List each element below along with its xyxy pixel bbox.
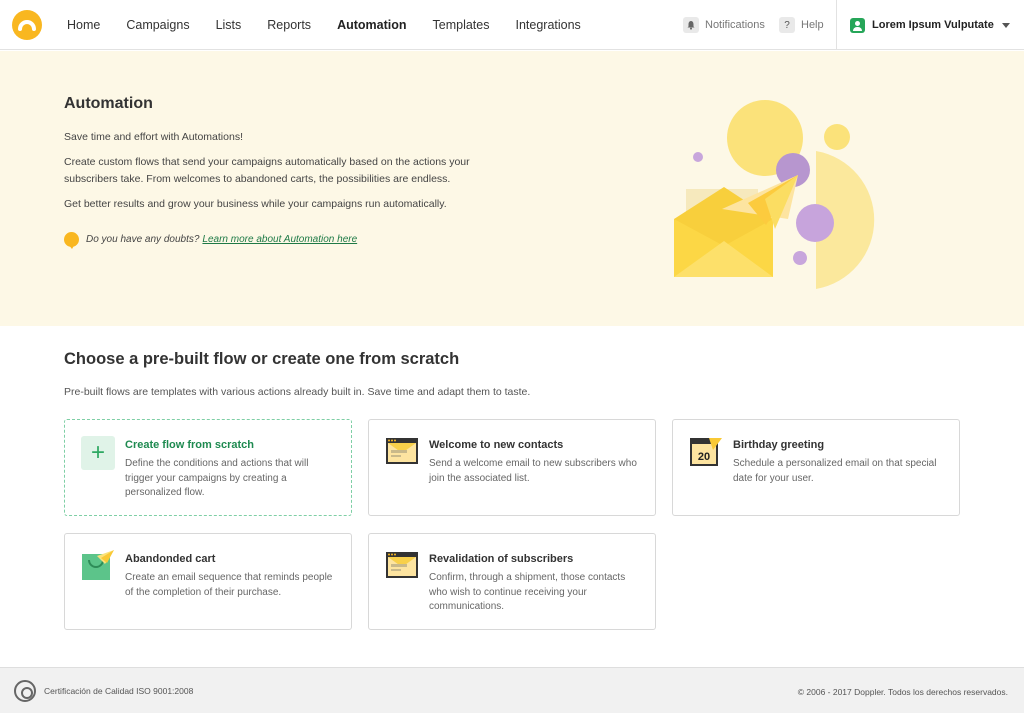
main-nav: Home Campaigns Lists Reports Automation … (54, 0, 594, 50)
doubt-text: Do you have any doubts? (86, 234, 200, 245)
bell-icon (683, 17, 699, 33)
hero-paragraph-3: Get better results and grow your busines… (64, 198, 447, 210)
cert-text: Certificación de Calidad ISO 9001:2008 (44, 686, 194, 696)
calendar-icon: 20 (689, 436, 723, 470)
card-title: Abandonded cart (125, 553, 216, 565)
card-welcome-new-contacts[interactable]: Welcome to new contacts Send a welcome e… (368, 419, 656, 516)
card-description: Confirm, through a shipment, those conta… (429, 572, 626, 612)
card-title: Revalidation of subscribers (429, 553, 574, 565)
nav-reports[interactable]: Reports (254, 18, 324, 32)
automation-hero: Automation Save time and effort with Aut… (0, 51, 1024, 326)
chat-bubble-icon (64, 232, 79, 249)
user-name: Lorem Ipsum Vulputate (872, 19, 994, 31)
question-icon: ? (779, 17, 795, 33)
calendar-day: 20 (698, 451, 710, 463)
card-description: Define the conditions and actions that w… (125, 458, 309, 498)
user-menu[interactable]: Lorem Ipsum Vulputate (836, 0, 1024, 50)
card-description: Create an email sequence that reminds pe… (125, 572, 333, 598)
shopping-bag-icon (81, 550, 115, 584)
chevron-down-icon (1001, 22, 1010, 28)
card-birthday-greeting[interactable]: 20 Birthday greeting Schedule a personal… (672, 419, 960, 516)
card-title: Create flow from scratch (125, 439, 254, 451)
card-title: Welcome to new contacts (429, 439, 564, 451)
revalidation-email-icon (385, 550, 419, 584)
automation-illustration (674, 100, 875, 289)
card-description: Schedule a personalized email on that sp… (733, 458, 937, 484)
page-title: Automation (64, 95, 153, 112)
section-subtitle: Pre-built flows are templates with vario… (64, 386, 531, 398)
nav-integrations[interactable]: Integrations (502, 18, 593, 32)
nav-templates[interactable]: Templates (420, 18, 503, 32)
nav-campaigns[interactable]: Campaigns (113, 18, 202, 32)
notifications-button[interactable]: Notifications (683, 0, 765, 50)
help-label: Help (801, 19, 824, 31)
help-doubt: Do you have any doubts? Learn more about… (64, 232, 357, 249)
card-title: Birthday greeting (733, 439, 825, 451)
card-revalidation-subscribers[interactable]: Revalidation of subscribers Confirm, thr… (368, 533, 656, 630)
iso-certification: Certificación de Calidad ISO 9001:2008 (14, 680, 193, 702)
user-avatar-icon (850, 17, 865, 33)
nav-home[interactable]: Home (54, 18, 113, 32)
learn-more-link[interactable]: Learn more about Automation here (202, 234, 357, 245)
welcome-email-icon (385, 436, 419, 470)
card-create-flow-from-scratch[interactable]: + Create flow from scratch Define the co… (64, 419, 352, 516)
help-button[interactable]: ? Help (779, 0, 824, 50)
notifications-label: Notifications (705, 19, 765, 31)
iso-seal-icon (14, 680, 36, 702)
section-title: Choose a pre-built flow or create one fr… (64, 350, 460, 368)
hero-paragraph-1: Save time and effort with Automations! (64, 131, 243, 143)
nav-automation[interactable]: Automation (324, 18, 419, 32)
doppler-logo[interactable] (12, 10, 42, 40)
hero-paragraph-2: Create custom flows that send your campa… (64, 156, 470, 185)
plus-icon: + (81, 436, 115, 470)
nav-lists[interactable]: Lists (203, 18, 255, 32)
card-abandoned-cart[interactable]: Abandonded cart Create an email sequence… (64, 533, 352, 630)
footer: Certificación de Calidad ISO 9001:2008 ©… (0, 667, 1024, 713)
top-navbar: Home Campaigns Lists Reports Automation … (0, 0, 1024, 50)
hero-text: Automation Save time and effort with Aut… (64, 95, 484, 221)
copyright: © 2006 - 2017 Doppler. Todos los derecho… (797, 687, 1008, 697)
card-description: Send a welcome email to new subscribers … (429, 458, 637, 484)
